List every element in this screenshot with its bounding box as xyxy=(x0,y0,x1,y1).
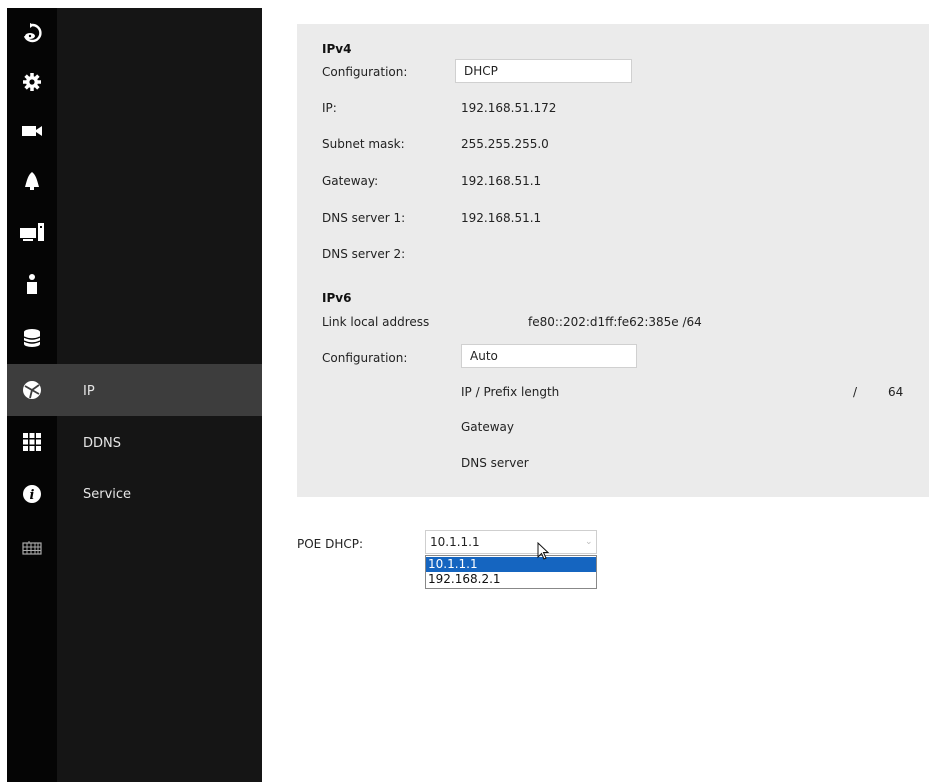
ipv4-subnet-label: Subnet mask: xyxy=(322,137,405,151)
keyboard-icon[interactable] xyxy=(7,530,57,566)
ipv6-link-local-value: fe80::202:d1ff:fe62:385e /64 xyxy=(528,315,702,329)
submenu-item-ip[interactable]: IP xyxy=(83,384,95,399)
poe-option-selected[interactable]: 10.1.1.1 xyxy=(426,557,596,572)
ipv6-dns-label: DNS server xyxy=(461,456,529,470)
ipv4-dns2-label: DNS server 2: xyxy=(322,247,406,261)
ipv6-prefix-value: 64 xyxy=(888,385,904,399)
chevron-down-icon[interactable]: ⌄ xyxy=(585,537,593,547)
ipv4-dns1-value: 192.168.51.1 xyxy=(461,211,542,225)
mouse-cursor-icon xyxy=(537,541,551,565)
svg-text:i: i xyxy=(30,488,35,503)
ipv6-prefix-label: IP / Prefix length xyxy=(461,385,560,399)
poe-dhcp-options-list: 10.1.1.1 192.168.2.1 xyxy=(425,555,597,589)
database-icon[interactable] xyxy=(7,320,57,356)
ipv4-subnet-value: 255.255.255.0 xyxy=(461,137,549,151)
ipv4-configuration-label: Configuration: xyxy=(322,65,408,79)
ipv4-configuration-field[interactable]: DHCP xyxy=(455,59,632,83)
home-icon[interactable] xyxy=(7,15,57,51)
ipv4-ip-value: 192.168.51.172 xyxy=(461,101,557,115)
ipv4-dns1-label: DNS server 1: xyxy=(322,211,406,225)
submenu-item-ddns[interactable]: DDNS xyxy=(83,436,121,451)
ipv6-gateway-label: Gateway xyxy=(461,420,515,434)
poe-option[interactable]: 192.168.2.1 xyxy=(426,572,596,587)
ipv4-gateway-label: Gateway: xyxy=(322,174,379,188)
info-icon[interactable]: i xyxy=(7,476,57,512)
bell-icon[interactable] xyxy=(7,163,57,199)
ipv4-heading: IPv4 xyxy=(322,42,352,56)
ipv6-configuration-field[interactable]: Auto xyxy=(461,344,637,368)
ipv6-link-local-label: Link local address xyxy=(322,315,430,329)
network-globe-icon[interactable] xyxy=(7,372,57,408)
ipv6-heading: IPv6 xyxy=(322,291,352,305)
grid-icon[interactable] xyxy=(7,424,57,460)
video-camera-icon[interactable] xyxy=(7,113,57,149)
poe-dhcp-select[interactable]: 10.1.1.1 xyxy=(425,530,597,554)
ipv4-ip-label: IP: xyxy=(322,101,337,115)
monitor-icon[interactable] xyxy=(7,214,57,250)
person-icon[interactable] xyxy=(7,266,57,302)
ipv4-gateway-value: 192.168.51.1 xyxy=(461,174,542,188)
poe-dhcp-label: POE DHCP: xyxy=(297,537,363,551)
ipv6-prefix-slash: / xyxy=(853,385,858,399)
submenu-item-service[interactable]: Service xyxy=(83,487,131,502)
gear-icon[interactable] xyxy=(7,64,57,100)
ipv6-configuration-label: Configuration: xyxy=(322,351,408,365)
